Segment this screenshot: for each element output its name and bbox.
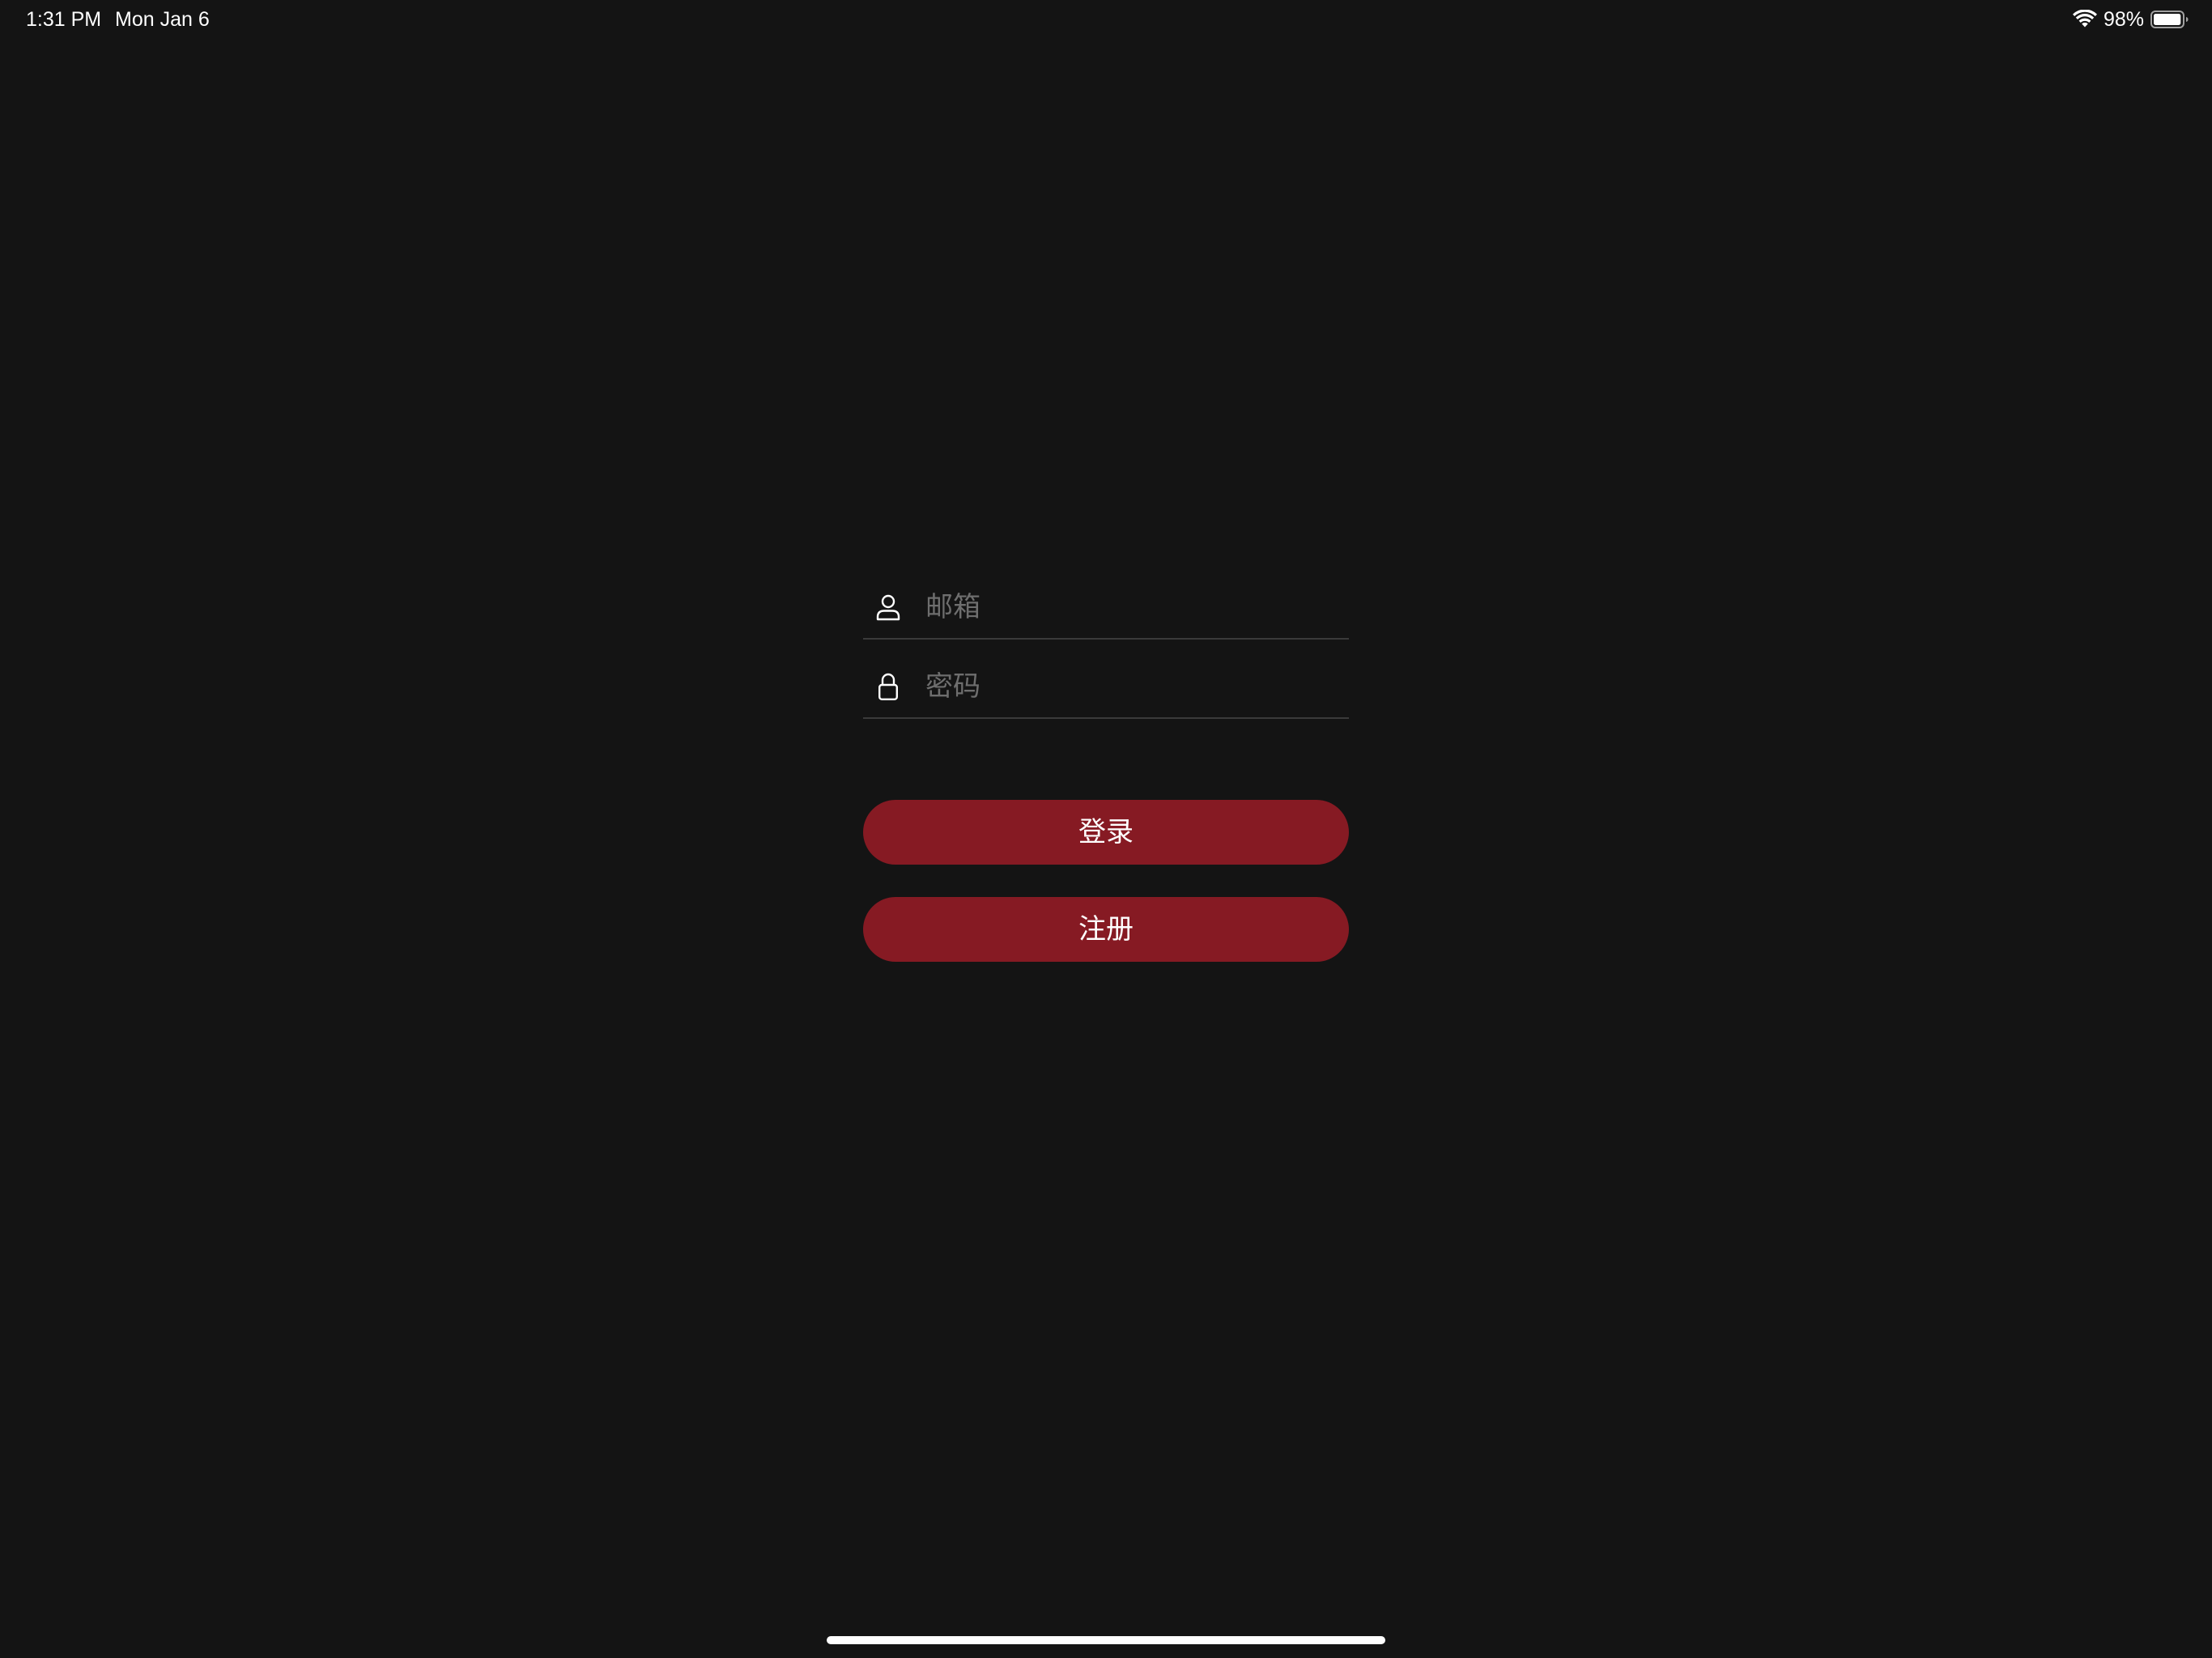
person-icon — [874, 591, 903, 623]
battery-icon — [2150, 10, 2189, 29]
home-indicator[interactable] — [827, 1636, 1385, 1644]
battery-percent: 98% — [2103, 8, 2144, 31]
status-indicators: 98% — [2072, 5, 2189, 34]
password-field-row — [863, 656, 1349, 719]
status-bar: 1:31 PM Mon Jan 6 98% — [0, 0, 2212, 39]
password-field[interactable] — [925, 662, 1349, 711]
login-button[interactable]: 登录 — [863, 800, 1349, 865]
email-field-row — [863, 576, 1349, 640]
login-form: 登录 注册 — [863, 576, 1349, 962]
register-button[interactable]: 注册 — [863, 897, 1349, 962]
status-date: Mon Jan 6 — [115, 8, 210, 31]
status-time: 1:31 PM — [26, 8, 102, 31]
wifi-icon — [2072, 10, 2097, 29]
lock-icon — [874, 670, 903, 703]
email-field[interactable] — [925, 583, 1349, 631]
